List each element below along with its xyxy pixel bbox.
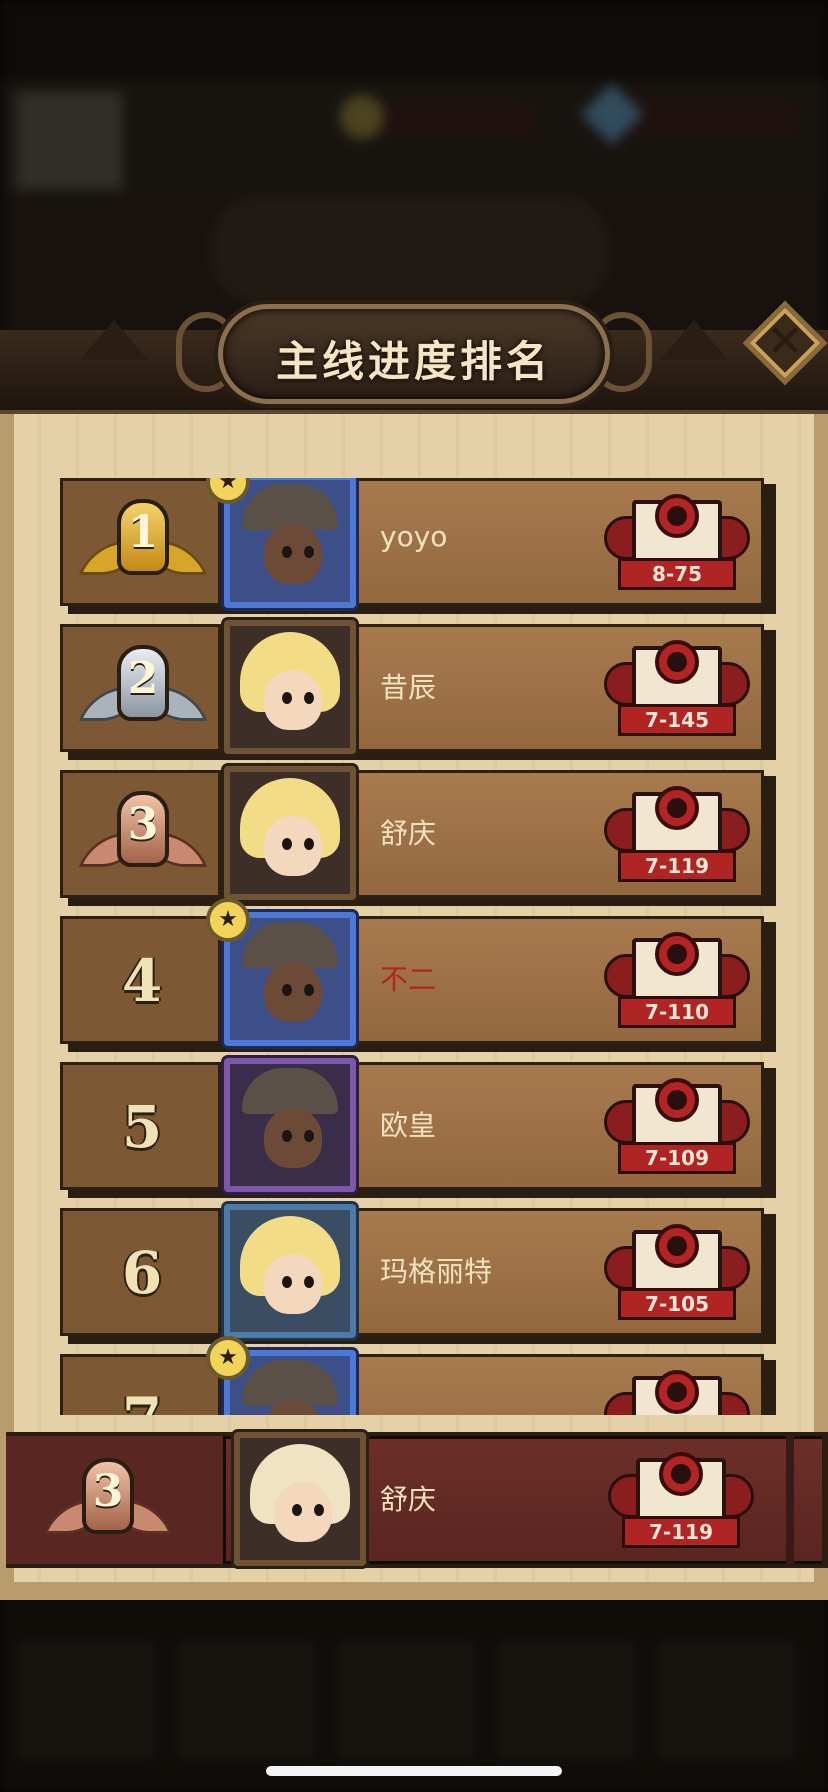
stage-progress: 7-119 <box>645 854 709 878</box>
stage-book-icon: 7-105 <box>604 1220 750 1324</box>
rank-cell: 6 <box>63 1211 221 1333</box>
my-stage-progress: 7-119 <box>649 1520 713 1544</box>
avatar-eye <box>304 692 314 704</box>
my-row-end-bar <box>786 1436 794 1564</box>
avatar-eye <box>282 984 292 996</box>
rank-medal-icon: 3 <box>43 1454 173 1554</box>
rank-medal-icon: 2 <box>78 641 208 741</box>
stage-badge-swirl-center <box>667 944 687 964</box>
player-name: 不二 <box>380 963 437 996</box>
player-avatar[interactable] <box>224 1058 356 1192</box>
stage-progress: 7-145 <box>645 708 709 732</box>
panel-bottom-trim <box>0 1582 828 1600</box>
player-avatar[interactable] <box>224 478 356 608</box>
avatar-eye <box>304 1130 314 1142</box>
stage-book-icon: 7-119 <box>608 1448 754 1552</box>
stage-book-icon: 8-75 <box>604 490 750 594</box>
ranking-list[interactable]: 1 ★ yoyo 8-75 2 昔辰 7-145 3 舒庆 7-119 4 ★ 不二 7-110 5 欧皇 7-… <box>60 478 776 1415</box>
rank-cell: 3 <box>63 773 221 895</box>
my-rank-number: 3 <box>92 1466 124 1517</box>
stage-badge-swirl-center <box>667 506 687 526</box>
stage-badge-swirl-center <box>667 1382 687 1402</box>
avatar-eye <box>282 1276 292 1288</box>
panel-right-edge <box>814 400 828 1596</box>
player-name: 欧皇 <box>380 1109 437 1142</box>
stage-badge-swirl-center <box>667 798 687 818</box>
stage-badge-swirl-center <box>667 1090 687 1110</box>
rank-medal-icon: 1 <box>78 495 208 595</box>
home-indicator[interactable] <box>266 1766 562 1776</box>
avatar-eye <box>314 1504 324 1516</box>
player-name: 舒庆 <box>380 817 437 850</box>
player-avatar[interactable] <box>224 1204 356 1338</box>
rank-row[interactable]: 5 欧皇 7-109 <box>60 1058 776 1198</box>
avatar-eye <box>282 838 292 850</box>
rank-number: 4 <box>121 947 163 1015</box>
stage-badge-swirl-center <box>667 1236 687 1256</box>
rank-cell: 2 <box>63 627 221 749</box>
avatar-eye <box>304 546 314 558</box>
close-icon: ✕ <box>766 316 804 367</box>
stage-book-icon <box>604 1366 750 1415</box>
player-avatar[interactable] <box>224 766 356 900</box>
rank-row[interactable]: 3 舒庆 7-119 <box>60 766 776 906</box>
stage-badge-swirl-center <box>671 1464 691 1484</box>
stage-book-icon: 7-109 <box>604 1074 750 1178</box>
rank-number: 2 <box>127 653 159 704</box>
my-avatar[interactable] <box>234 1432 366 1566</box>
stage-progress: 7-110 <box>645 1000 709 1024</box>
stage-badge-swirl-center <box>667 652 687 672</box>
stage-progress: 7-105 <box>645 1292 709 1316</box>
panel-left-edge <box>0 400 14 1596</box>
rank-row[interactable]: 7★ <box>60 1336 776 1415</box>
rank-number: 1 <box>127 507 159 558</box>
star-icon: ★ <box>206 898 250 942</box>
panel-title: 主线进度排名 <box>275 337 552 386</box>
rank-cell: 1 <box>63 481 221 603</box>
stage-book-icon: 7-145 <box>604 636 750 740</box>
stage-progress: 8-75 <box>651 562 703 586</box>
rank-medal-icon: 3 <box>78 787 208 887</box>
player-name: 昔辰 <box>380 671 437 704</box>
my-player-name: 舒庆 <box>380 1483 437 1516</box>
avatar-eye <box>304 984 314 996</box>
rank-row[interactable]: 4 ★ 不二 7-110 <box>60 898 776 1052</box>
my-rank-row: 3 舒庆 7-119 <box>6 1432 828 1568</box>
close-button[interactable]: ✕ <box>742 300 828 386</box>
star-icon: ★ <box>206 1336 250 1380</box>
avatar-eye <box>304 838 314 850</box>
player-name: 玛格丽特 <box>380 1255 493 1288</box>
stage-progress: 7-109 <box>645 1146 709 1170</box>
rank-number: 3 <box>127 799 159 850</box>
avatar-eye <box>304 1276 314 1288</box>
avatar-eye <box>292 1504 302 1516</box>
avatar-eye <box>282 692 292 704</box>
rank-row[interactable]: 6 玛格丽特 7-105 <box>60 1204 776 1344</box>
rank-row[interactable]: 2 昔辰 7-145 <box>60 620 776 760</box>
rank-cell: 5 <box>63 1065 221 1187</box>
stage-book-icon: 7-119 <box>604 782 750 886</box>
rank-number: 5 <box>121 1093 163 1161</box>
stage-book-icon: 7-110 <box>604 928 750 1032</box>
rank-row[interactable]: 1 ★ yoyo 8-75 <box>60 478 776 614</box>
rank-number: 6 <box>121 1239 163 1307</box>
avatar-eye <box>282 1130 292 1142</box>
header-spike <box>80 320 148 360</box>
avatar-eye <box>282 546 292 558</box>
player-name: yoyo <box>380 520 448 553</box>
header-spike <box>660 320 728 360</box>
rank-number: 7 <box>63 1385 221 1415</box>
rank-cell: 7 <box>63 1357 221 1415</box>
rank-cell: 4 <box>63 919 221 1041</box>
player-avatar[interactable] <box>224 620 356 754</box>
